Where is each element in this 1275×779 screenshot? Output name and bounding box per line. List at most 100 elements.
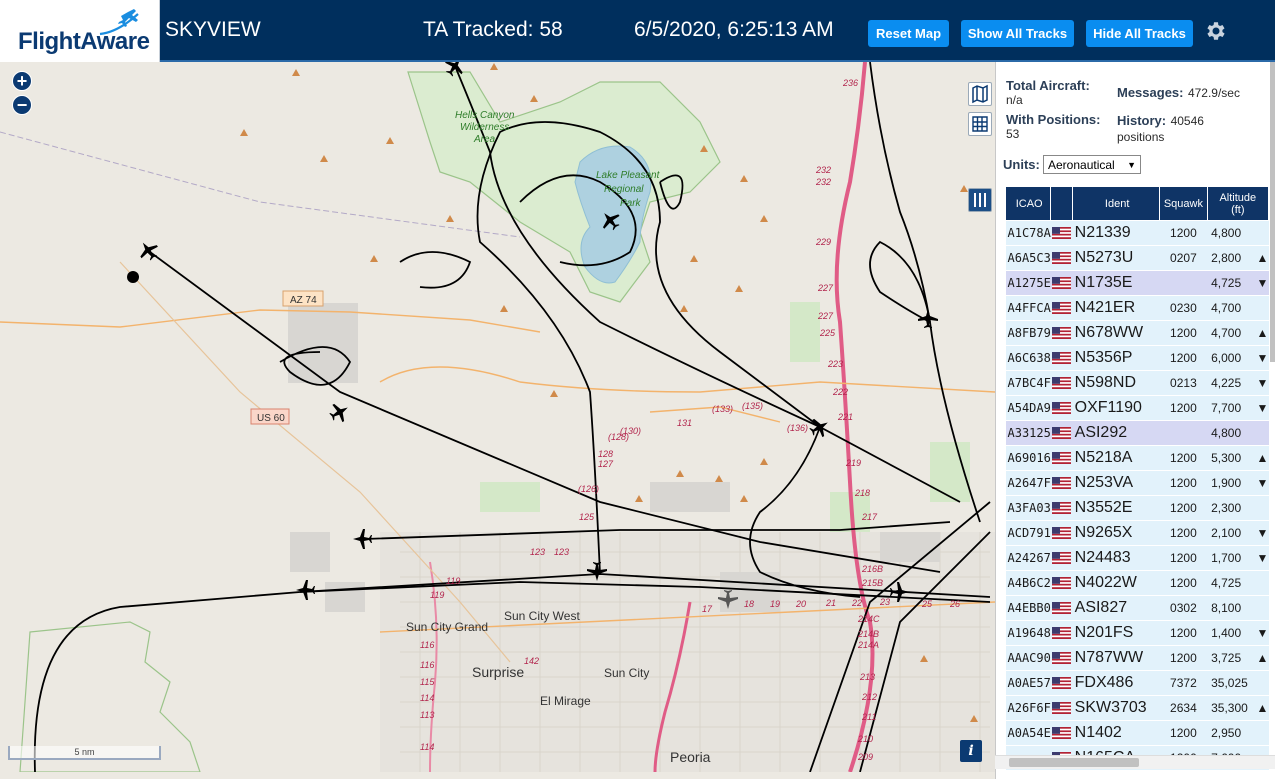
row-altitude: 2,300 xyxy=(1207,495,1257,521)
table-row[interactable]: A24267 N24483 1200 1,700 ▼ xyxy=(1005,545,1269,571)
table-row[interactable]: A3FA03 N3552E 1200 2,300 xyxy=(1005,495,1269,521)
table-row[interactable]: ACD791 N9265X 1200 2,100 ▼ xyxy=(1005,520,1269,546)
col-squawk[interactable]: Squawk xyxy=(1159,186,1208,221)
table-row[interactable]: A4FFCA N421ER 0230 4,700 xyxy=(1005,295,1269,321)
table-row[interactable]: A4EBB0 ASI827 0302 8,100 xyxy=(1005,595,1269,621)
us-flag-icon xyxy=(1052,227,1072,239)
table-row[interactable]: A8FB79 N678WW 1200 4,700 ▲ xyxy=(1005,320,1269,346)
svg-text:127: 127 xyxy=(598,459,614,469)
svg-text:Wilderness: Wilderness xyxy=(460,122,509,133)
svg-text:Surprise: Surprise xyxy=(472,664,524,680)
total-aircraft-label: Total Aircraft: xyxy=(1006,78,1090,93)
info-icon[interactable]: i xyxy=(960,740,982,762)
us-flag-icon xyxy=(1052,727,1072,739)
tracked-count: TA Tracked: 58 xyxy=(423,18,563,41)
zoom-out-button[interactable]: − xyxy=(12,95,32,115)
svg-text:215B: 215B xyxy=(861,578,883,588)
svg-text:223: 223 xyxy=(827,359,843,369)
with-positions-value: 53 xyxy=(1006,127,1020,141)
svg-text:225: 225 xyxy=(819,328,836,338)
reset-map-button[interactable]: Reset Map xyxy=(868,20,949,47)
svg-text:214C: 214C xyxy=(857,614,880,624)
units-select[interactable]: Aeronautical ▼ xyxy=(1043,155,1141,174)
skyview-app: FlightAware SKYVIEW TA Tracked: 58 6/5/2… xyxy=(0,0,1275,779)
table-row[interactable]: AAAC90 N787WW 1200 3,725 ▲ xyxy=(1005,645,1269,671)
row-altitude: 2,800 xyxy=(1207,245,1257,271)
table-header-row: ICAO Ident Squawk Altitude (ft) xyxy=(1004,186,1270,221)
svg-text:221: 221 xyxy=(837,412,853,422)
us-flag-icon xyxy=(1052,677,1072,689)
zoom-in-button[interactable]: + xyxy=(12,71,32,91)
gear-icon[interactable] xyxy=(1203,19,1227,43)
row-icao: A7BC4F xyxy=(1005,370,1051,396)
svg-text:229: 229 xyxy=(815,237,831,247)
us-flag-icon xyxy=(1052,652,1072,664)
table-row[interactable]: A0AE57 FDX486 7372 35,025 xyxy=(1005,670,1269,696)
row-ident: N253VA xyxy=(1072,470,1160,496)
row-flag xyxy=(1050,670,1073,696)
table-row[interactable]: A19648 N201FS 1200 1,400 ▼ xyxy=(1005,620,1269,646)
table-row[interactable]: A4B6C2 N4022W 1200 4,725 xyxy=(1005,570,1269,596)
svg-text:Sun City Grand: Sun City Grand xyxy=(406,620,488,634)
grid-toggle-button[interactable] xyxy=(968,112,992,136)
sidebar-scrollbar[interactable] xyxy=(1270,62,1275,362)
hide-all-tracks-button[interactable]: Hide All Tracks xyxy=(1086,20,1193,47)
row-icao: A19648 xyxy=(1005,620,1051,646)
row-icao: A3FA03 xyxy=(1005,495,1051,521)
row-ident: N5218A xyxy=(1072,445,1160,471)
us-flag-icon xyxy=(1052,327,1072,339)
col-altitude[interactable]: Altitude (ft) xyxy=(1206,186,1270,221)
sidebar-toggle-button[interactable] xyxy=(968,188,992,212)
row-altitude: 35,300 xyxy=(1207,695,1257,721)
row-altitude: 2,100 xyxy=(1207,520,1257,546)
row-ident: N1735E xyxy=(1072,270,1160,296)
svg-text:19: 19 xyxy=(770,599,780,609)
svg-text:212: 212 xyxy=(861,692,877,702)
flightaware-logo[interactable]: FlightAware xyxy=(0,0,160,62)
grid-icon xyxy=(972,116,988,132)
svg-text:Regional: Regional xyxy=(604,184,644,195)
map-layers-button[interactable] xyxy=(968,82,992,106)
horizontal-scrollbar[interactable] xyxy=(995,755,1275,769)
table-row[interactable]: A1C78A N21339 1200 4,800 xyxy=(1005,220,1269,246)
table-row[interactable]: A1275E N1735E 4,725 ▼ xyxy=(1005,270,1269,296)
table-row[interactable]: A7BC4F N598ND 0213 4,225 ▼ xyxy=(1005,370,1269,396)
svg-text:116: 116 xyxy=(420,640,434,650)
svg-text:Park: Park xyxy=(620,198,642,209)
current-datetime: 6/5/2020, 6:25:13 AM xyxy=(634,18,834,41)
total-aircraft-stat: Total Aircraft: n/a xyxy=(1006,78,1090,107)
map-canvas[interactable]: 236232232 229227227 225223222 221219218 … xyxy=(0,62,995,772)
svg-text:219: 219 xyxy=(845,458,861,468)
row-trend-icon: ▼ xyxy=(1256,520,1269,546)
table-row[interactable]: A2647F N253VA 1200 1,900 ▼ xyxy=(1005,470,1269,496)
row-ident: ASI292 xyxy=(1072,420,1160,446)
svg-text:213: 213 xyxy=(859,672,875,682)
row-altitude: 4,725 xyxy=(1207,270,1257,296)
row-squawk: 0207 xyxy=(1159,245,1208,271)
header-bar: FlightAware SKYVIEW TA Tracked: 58 6/5/2… xyxy=(0,0,1275,62)
table-row[interactable]: A6C638 N5356P 1200 6,000 ▼ xyxy=(1005,345,1269,371)
table-row[interactable]: A26F6F SKW3703 2634 35,300 ▲ xyxy=(1005,695,1269,721)
row-ident: N421ER xyxy=(1072,295,1160,321)
row-ident: N5273U xyxy=(1072,245,1160,271)
show-all-tracks-button[interactable]: Show All Tracks xyxy=(961,20,1074,47)
table-row[interactable]: A33125 ASI292 4,800 xyxy=(1005,420,1269,446)
col-flag[interactable] xyxy=(1050,186,1074,221)
map-area[interactable]: 236 232 232 229 227 227 225 223 222 221 219 218 … xyxy=(0,62,995,772)
row-flag xyxy=(1050,445,1073,471)
table-row[interactable]: A6A5C3 N5273U 0207 2,800 ▲ xyxy=(1005,245,1269,271)
scrollbar-thumb[interactable] xyxy=(1009,758,1139,767)
svg-text:114: 114 xyxy=(420,693,434,703)
svg-text:232: 232 xyxy=(815,177,831,187)
us-flag-icon xyxy=(1052,602,1072,614)
svg-text:209: 209 xyxy=(857,752,873,762)
col-ident[interactable]: Ident xyxy=(1072,186,1161,221)
row-trend-icon xyxy=(1256,295,1269,321)
row-flag xyxy=(1050,595,1073,621)
row-ident: N787WW xyxy=(1072,645,1160,671)
table-row[interactable]: A54DA9 OXF1190 1200 7,700 ▼ xyxy=(1005,395,1269,421)
table-row[interactable]: A69016 N5218A 1200 5,300 ▲ xyxy=(1005,445,1269,471)
row-ident: N24483 xyxy=(1072,545,1160,571)
col-icao[interactable]: ICAO xyxy=(1004,186,1052,221)
table-row[interactable]: A0A54E N1402 1200 2,950 xyxy=(1005,720,1269,746)
